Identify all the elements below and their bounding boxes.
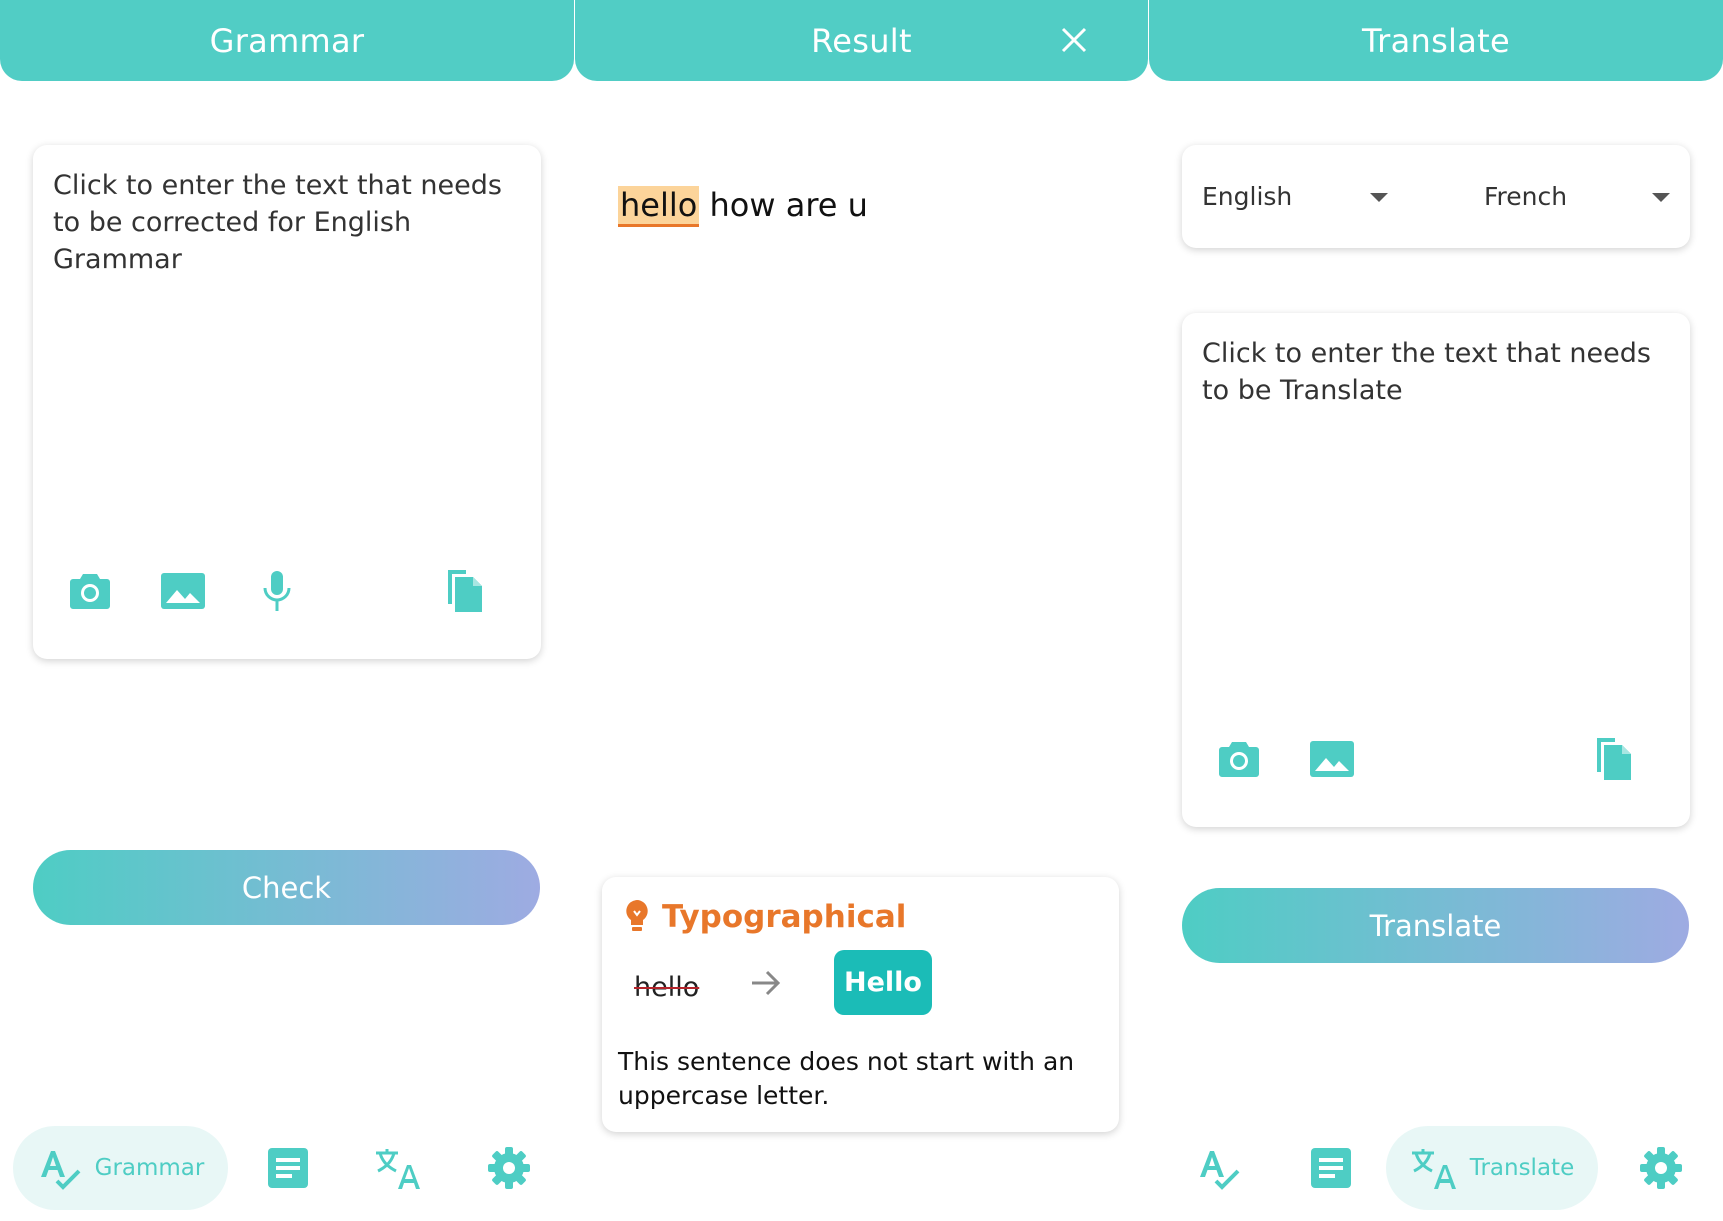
nav-grammar-label: Grammar <box>94 1155 205 1181</box>
microphone-icon[interactable] <box>253 567 301 615</box>
chevron-down-icon <box>1652 193 1670 202</box>
nav-translate[interactable]: Translate <box>1386 1126 1598 1210</box>
paste-icon[interactable] <box>1589 735 1637 783</box>
nav-documents[interactable] <box>256 1126 320 1210</box>
spellcheck-icon <box>40 1151 81 1190</box>
suggestion-replacement-button[interactable]: Hello <box>834 950 932 1015</box>
translate-icon <box>376 1149 420 1189</box>
translate-icon <box>1411 1149 1456 1189</box>
translate-input-placeholder[interactable]: Click to enter the text that needs to be… <box>1202 335 1668 409</box>
image-icon[interactable] <box>1308 735 1356 783</box>
target-language-label: French <box>1484 182 1568 211</box>
check-button[interactable]: Check <box>33 850 540 925</box>
camera-icon[interactable] <box>1215 735 1263 783</box>
nav-grammar[interactable] <box>1187 1126 1251 1210</box>
gear-icon <box>488 1147 530 1189</box>
paste-icon[interactable] <box>440 567 488 615</box>
suggestion-description: This sentence does not start with an upp… <box>618 1047 1075 1110</box>
arrow-right-icon <box>750 969 782 1001</box>
chevron-down-icon <box>1370 193 1388 202</box>
nav-settings[interactable] <box>1629 1126 1693 1210</box>
grammar-screen: Grammar Click to enter the text that nee… <box>0 0 574 1221</box>
translate-button[interactable]: Translate <box>1182 888 1689 963</box>
spellcheck-icon <box>1200 1151 1240 1190</box>
nav-grammar[interactable]: Grammar <box>13 1126 228 1210</box>
close-icon[interactable] <box>1052 18 1096 62</box>
error-highlight[interactable]: hello <box>618 186 700 227</box>
grammar-header: Grammar <box>0 0 574 81</box>
grammar-input-card[interactable]: Click to enter the text that needs to be… <box>33 145 541 659</box>
translate-input-card[interactable]: Click to enter the text that needs to be… <box>1182 313 1690 827</box>
camera-icon[interactable] <box>66 567 114 615</box>
bottom-nav: Translate <box>1149 1126 1723 1210</box>
target-language-select[interactable]: French <box>1484 145 1670 248</box>
source-language-label: English <box>1202 182 1293 211</box>
bottom-nav: Grammar <box>0 1126 574 1210</box>
result-sentence: hello how are u <box>618 186 868 227</box>
result-screen: Result hello how are u Typographical hel… <box>575 0 1148 1221</box>
grammar-input-placeholder[interactable]: Click to enter the text that needs to be… <box>53 167 519 278</box>
suggestion-card: Typographical hello Hello This sentence … <box>602 877 1119 1132</box>
document-icon <box>1311 1148 1351 1188</box>
translate-header: Translate <box>1149 0 1723 81</box>
gear-icon <box>1640 1147 1682 1189</box>
nav-documents[interactable] <box>1299 1126 1363 1210</box>
nav-translate[interactable] <box>366 1126 430 1210</box>
suggestion-category: Typographical <box>662 899 907 935</box>
nav-translate-label: Translate <box>1469 1155 1575 1181</box>
language-selector-card: English French <box>1182 145 1690 248</box>
nav-settings[interactable] <box>477 1126 541 1210</box>
result-title: Result <box>811 21 912 60</box>
source-language-select[interactable]: English <box>1202 145 1388 248</box>
result-header: Result <box>575 0 1148 81</box>
document-icon <box>268 1148 308 1188</box>
image-icon[interactable] <box>159 567 207 615</box>
grammar-title: Grammar <box>209 21 365 60</box>
translate-title: Translate <box>1362 21 1510 60</box>
lightbulb-icon <box>624 899 650 937</box>
suggestion-original: hello <box>634 972 700 1003</box>
translate-screen: Translate English French Click to enter … <box>1149 0 1723 1221</box>
sentence-rest: how are u <box>699 186 868 224</box>
